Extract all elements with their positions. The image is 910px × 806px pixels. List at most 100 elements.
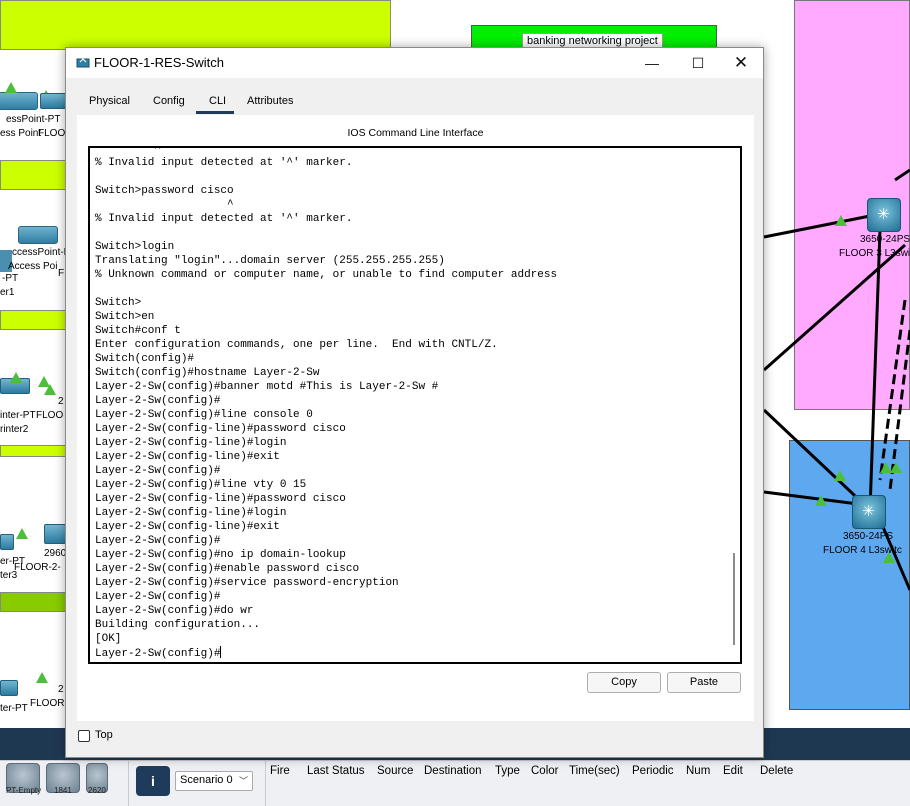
terminal-line: Switch#conf t	[95, 325, 181, 337]
terminal-output: ^ % Invalid input detected at '^' marker.…	[95, 146, 725, 660]
terminal-line: Layer-2-Sw(config)#line console 0	[95, 409, 313, 421]
switch-app-icon	[76, 58, 90, 68]
terminal-line: Switch>login	[95, 241, 175, 253]
link-status-indicator	[5, 82, 17, 93]
device-label: 3650-24PS	[843, 531, 894, 542]
terminal-line: Layer-2-Sw(config)#do wr	[95, 605, 254, 617]
device-label: rinter2	[0, 424, 29, 435]
terminal-line: Layer-2-Sw(config-line)#exit	[95, 521, 280, 533]
pdu-col-periodic: Periodic	[632, 765, 674, 777]
terminal-line: Layer-2-Sw(config)#enable password cisco	[95, 563, 360, 575]
device-label: ter-PT	[0, 703, 28, 714]
device-label: ess Point	[0, 128, 42, 139]
divider	[128, 760, 129, 806]
cli-terminal[interactable]: ^ % Invalid input detected at '^' marker.…	[88, 146, 742, 664]
link-status-indicator	[16, 528, 28, 539]
pdu-col-source: Source	[377, 765, 414, 777]
terminal-line: [OK]	[95, 633, 122, 645]
tab-bar: Physical Config CLI Attributes	[77, 89, 754, 115]
scenario-select[interactable]: Scenario 0 ﹀	[175, 771, 253, 791]
terminal-line: Translating "login"...domain server (255…	[95, 255, 445, 267]
terminal-line: Layer-2-Sw(config)#	[95, 535, 221, 547]
chevron-down-icon: ﹀	[238, 776, 248, 786]
link-status-indicator	[815, 495, 827, 506]
cli-heading: IOS Command Line Interface	[347, 127, 484, 139]
tab-cli[interactable]: CLI	[209, 95, 226, 107]
terminal-line: % Invalid input detected at '^' marker.	[95, 213, 353, 225]
device-label: essPoint-PT	[6, 114, 61, 125]
device-config-window: FLOOR-1-RES-Switch — ☐ ✕ Physical Config…	[65, 47, 764, 758]
device-label: Access Poi	[8, 261, 58, 272]
close-button[interactable]: ✕	[718, 48, 764, 78]
top-checkbox[interactable]	[78, 730, 90, 742]
device-palette-label: 1841	[54, 786, 72, 795]
terminal-line: Layer-2-Sw(config-line)#exit	[95, 451, 280, 463]
packet-tracer-workspace: banking networking project essPoint-PT e…	[0, 0, 910, 806]
terminal-line: Enter configuration commands, one per li…	[95, 339, 498, 351]
terminal-line: Switch>password cisco	[95, 185, 234, 197]
switch-2960-icon[interactable]	[44, 524, 66, 544]
link-status-indicator	[890, 462, 902, 473]
pdu-col-color: Color	[531, 765, 559, 777]
device-palette-label: 2620	[88, 786, 106, 795]
pdu-col-type: Type	[495, 765, 520, 777]
terminal-line: % Invalid input detected at '^' marker.	[95, 157, 353, 169]
printer-icon[interactable]	[0, 680, 18, 696]
device-label: FLOO	[38, 128, 66, 139]
paste-button[interactable]: Paste	[667, 672, 741, 693]
top-checkbox-label: Top	[95, 729, 113, 741]
pdu-col-edit: Edit	[723, 765, 743, 777]
device-label: er1	[0, 287, 15, 298]
maximize-button[interactable]: ☐	[675, 48, 721, 78]
l3-switch-floor3-icon[interactable]: ✳	[867, 198, 901, 232]
device-label: FLOOR 3 L3swi	[839, 248, 910, 259]
device-label: FLOOR 4 L3switc	[823, 545, 902, 556]
l3-switch-floor4-icon[interactable]: ✳	[852, 495, 886, 529]
printer-icon[interactable]	[0, 534, 14, 550]
terminal-line: % Unknown command or computer name, or u…	[95, 269, 558, 281]
tab-config[interactable]: Config	[153, 95, 185, 107]
link-status-indicator	[36, 672, 48, 683]
terminal-line: Switch(config)#	[95, 353, 195, 365]
divider	[265, 760, 266, 806]
tab-attributes[interactable]: Attributes	[247, 95, 293, 107]
minimize-button[interactable]: —	[629, 48, 675, 78]
terminal-line: Layer-2-Sw(config)#	[95, 465, 221, 477]
terminal-line: Layer-2-Sw(config)#	[95, 591, 221, 603]
terminal-line: Layer-2-Sw(config)#	[95, 646, 222, 660]
terminal-scrollbar[interactable]	[733, 553, 735, 645]
access-point-icon[interactable]	[18, 226, 58, 244]
terminal-line: ^	[95, 146, 162, 155]
terminal-line: Layer-2-Sw(config)#banner motd #This is …	[95, 381, 439, 393]
terminal-line: Layer-2-Sw(config)#	[95, 395, 221, 407]
terminal-line: Switch>	[95, 297, 142, 309]
terminal-line: Layer-2-Sw(config-line)#login	[95, 507, 287, 519]
pdu-col-num: Num	[686, 765, 711, 777]
link-status-indicator	[835, 215, 847, 226]
pdu-col-destination: Destination	[424, 765, 482, 777]
device-label: 2	[58, 684, 64, 695]
scenario-value: Scenario 0	[180, 774, 233, 786]
terminal-line: Switch>en	[95, 311, 155, 323]
pdu-col-fire: Fire	[270, 765, 290, 777]
window-title: FLOOR-1-RES-Switch	[94, 55, 225, 70]
copy-button[interactable]: Copy	[587, 672, 661, 693]
window-titlebar[interactable]: FLOOR-1-RES-Switch — ☐ ✕	[66, 48, 763, 78]
terminal-line: Layer-2-Sw(config-line)#password cisco	[95, 493, 346, 505]
text-cursor	[220, 646, 222, 658]
switch-icon[interactable]	[40, 93, 66, 109]
device-label: FLOOR-2-	[14, 562, 61, 573]
active-tab-indicator	[196, 111, 234, 114]
access-point-icon[interactable]	[0, 92, 38, 110]
device-label: FLOO	[36, 410, 64, 421]
terminal-line: Switch(config)#hostname Layer-2-Sw	[95, 367, 320, 379]
device-label: 2960	[44, 548, 67, 559]
info-icon[interactable]: i	[136, 766, 170, 796]
terminal-line: Layer-2-Sw(config-line)#password cisco	[95, 423, 346, 435]
link-status-indicator	[10, 372, 22, 383]
pdu-col-last-status: Last Status	[307, 765, 365, 777]
tab-physical[interactable]: Physical	[89, 95, 130, 107]
